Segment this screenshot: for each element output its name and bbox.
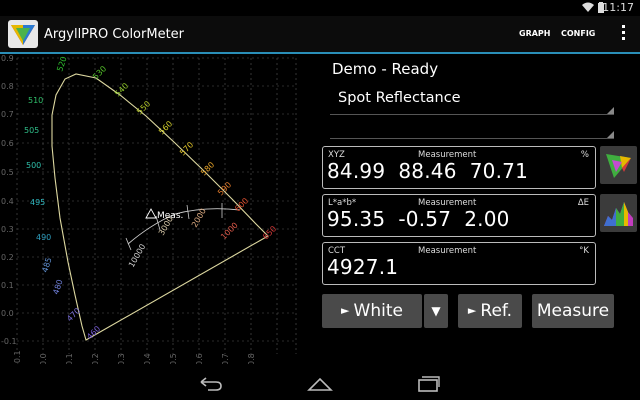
navigation-bar [0, 368, 640, 400]
x-tick-label: 0.7 [221, 353, 230, 364]
cct-label: 10000 [127, 242, 148, 269]
white-button-label: White [353, 301, 403, 321]
x-tick-label: 0.6 [195, 353, 204, 364]
wavelength-label: 540 [113, 81, 130, 98]
chevron-down-icon: ▼ [431, 304, 441, 318]
xyz-values: 84.99 88.46 70.71 [327, 159, 528, 183]
wavelength-label: 505 [24, 126, 39, 135]
wavelength-label: 510 [28, 96, 43, 105]
wavelength-label: 550 [135, 99, 152, 116]
measure-button[interactable]: Measure [532, 294, 614, 328]
lab-values: 95.35 -0.57 2.00 [327, 207, 510, 231]
lab-readout: L*a*b* Measurement ΔE 95.35 -0.57 2.00 [322, 194, 596, 237]
clock: 11:17 [602, 1, 634, 14]
y-tick-label: 0.3 [1, 225, 14, 234]
wavelength-label: 500 [26, 161, 41, 170]
y-tick-label: 0.9 [1, 54, 14, 63]
status-text: Demo - Ready [332, 60, 439, 78]
spectrum-locus-button[interactable] [600, 146, 637, 184]
cct-value: 4927.1 [327, 255, 399, 279]
x-tick-label: 0.8 [247, 353, 256, 364]
recent-apps-icon[interactable] [417, 375, 441, 393]
status-bar: 11:17 [0, 0, 640, 16]
y-tick-label: 0.2 [1, 253, 14, 262]
spinner-arrow-icon [607, 107, 614, 114]
y-tick-label: -0.1 [1, 337, 17, 346]
home-icon[interactable] [307, 376, 333, 392]
cct-readout: CCT Measurement °K 4927.1 [322, 242, 596, 285]
spectrum-icon [604, 202, 633, 226]
wavelength-label: 470 [65, 306, 82, 323]
x-tick-label: 0.4 [143, 353, 152, 364]
y-tick-label: 0.4 [1, 197, 14, 206]
wavelength-label: 460 [85, 324, 102, 341]
x-tick-label: 0.0 [39, 353, 48, 364]
chromaticity-diagram[interactable]: 0.9 0.8 0.7 0.6 0.5 0.4 0.3 0.2 0.1 0.0 … [0, 54, 300, 364]
y-tick-label: 0.6 [1, 139, 14, 148]
white-dropdown-button[interactable]: ▼ [424, 294, 448, 328]
y-tick-label: 0.0 [1, 309, 14, 318]
measurement-marker [145, 208, 157, 219]
wavelength-label: 560 [157, 119, 174, 136]
x-tick-label: 0.1 [65, 353, 74, 364]
wavelength-label: 590 [216, 180, 233, 197]
wavelength-label: 580 [199, 160, 216, 177]
wavelength-label: 495 [30, 198, 45, 207]
play-icon: ► [467, 304, 477, 317]
play-icon: ► [341, 304, 350, 317]
app-title: ArgyllPRO ColorMeter [44, 27, 185, 42]
cct-measurement-label: Measurement [418, 246, 477, 256]
secondary-spinner[interactable] [330, 118, 614, 139]
chromaticity-icon [606, 154, 631, 178]
marker-label: Meas. [157, 211, 183, 221]
wavelength-label: 600 [233, 196, 250, 213]
ref-button[interactable]: ► Ref. [458, 294, 522, 328]
action-bar: ArgyllPRO ColorMeter GRAPH CONFIG [0, 16, 640, 54]
wavelength-label: 485 [40, 256, 53, 273]
x-tick-label: -0.1 [13, 350, 22, 364]
x-tick-label: 0.2 [91, 353, 100, 364]
wavelength-label: 530 [91, 64, 108, 81]
mode-spinner[interactable]: Spot Reflectance [330, 88, 614, 115]
wavelength-label: 650 [261, 224, 278, 241]
y-tick-label: 0.7 [1, 110, 14, 119]
y-tick-label: 0.8 [1, 82, 14, 91]
white-button[interactable]: ► White [322, 294, 422, 328]
app-logo-icon[interactable] [8, 20, 38, 48]
spinner-arrow-icon [607, 131, 614, 138]
wavelength-label: 480 [51, 278, 64, 295]
wifi-icon [582, 2, 594, 16]
spectrum-graph-button[interactable] [600, 194, 637, 232]
ref-button-label: Ref. [480, 301, 513, 321]
y-tick-label: 0.1 [1, 281, 14, 290]
overflow-menu-icon[interactable] [622, 25, 626, 43]
wavelength-label: 490 [36, 233, 51, 242]
xyz-readout: XYZ Measurement % 84.99 88.46 70.71 [322, 146, 596, 189]
config-button[interactable]: CONFIG [561, 29, 595, 38]
lab-unit: ΔE [577, 198, 589, 208]
cct-unit: °K [579, 246, 589, 256]
cct-label: 1000 [219, 221, 240, 242]
y-tick-label: 0.5 [1, 168, 14, 177]
x-tick-label: 0.3 [117, 353, 126, 364]
mode-spinner-value: Spot Reflectance [338, 90, 461, 106]
x-tick-label: 0.5 [169, 353, 178, 364]
measure-button-label: Measure [536, 301, 610, 321]
back-icon[interactable] [198, 376, 224, 392]
graph-button[interactable]: GRAPH [519, 29, 550, 38]
xyz-unit: % [580, 150, 589, 160]
